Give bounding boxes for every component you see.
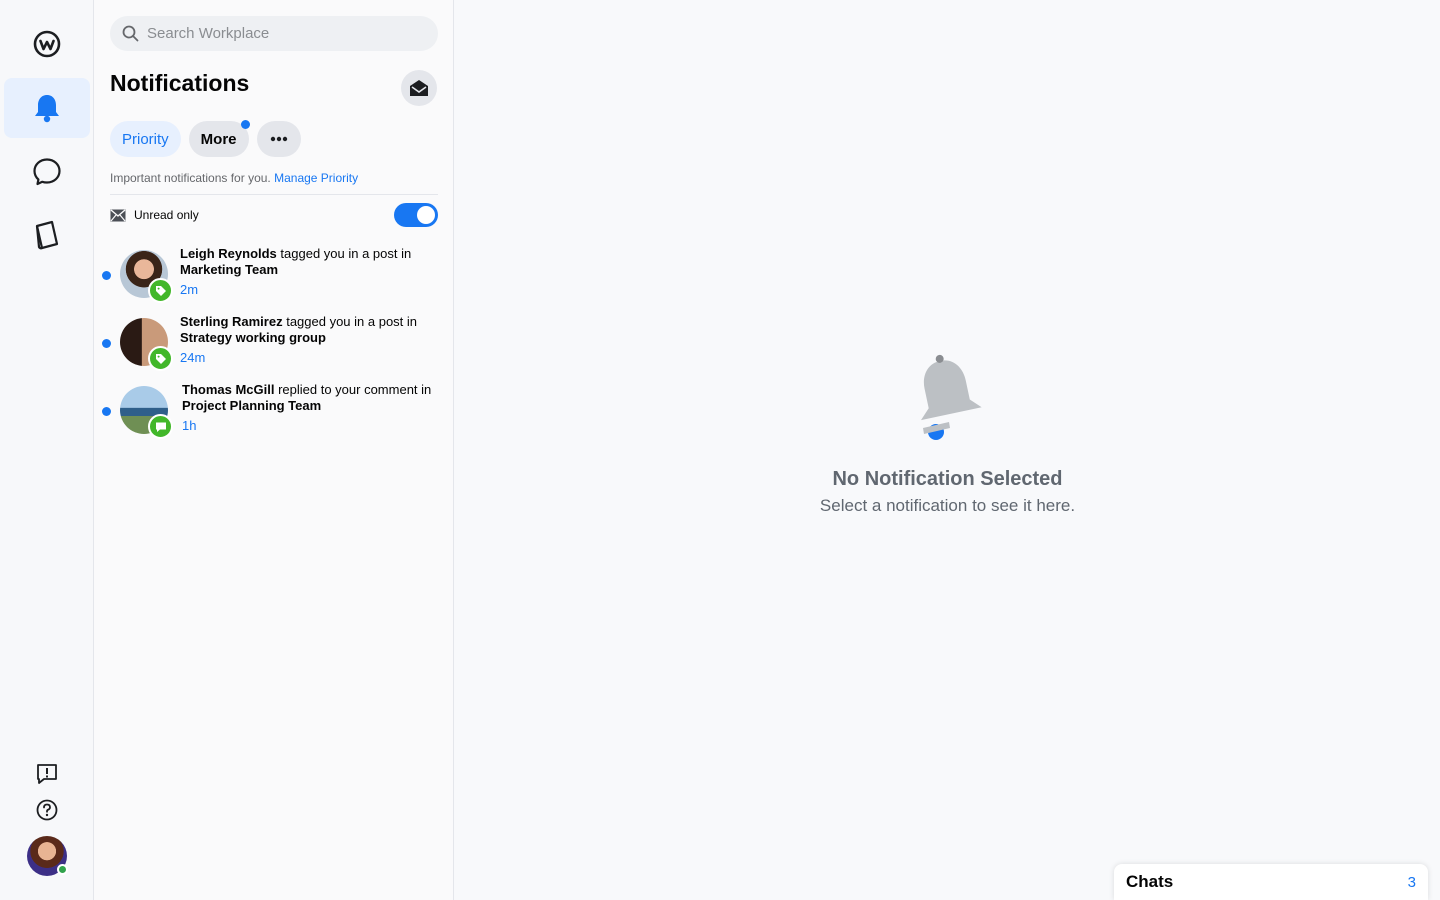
- tag-badge: [148, 346, 173, 371]
- report-problem-icon[interactable]: [31, 758, 63, 790]
- notifications-panel: Notifications Priority More Important no…: [94, 0, 454, 900]
- notification-time: 1h: [182, 418, 197, 433]
- tag-icon: [155, 285, 166, 296]
- notification-time: 2m: [180, 282, 199, 297]
- manage-priority-link[interactable]: Manage Priority: [274, 171, 358, 185]
- notification-text: Leigh Reynolds tagged you in a post in M…: [180, 246, 412, 277]
- unread-dot: [102, 271, 111, 280]
- notification-item[interactable]: Leigh Reynolds tagged you in a post in M…: [94, 246, 454, 310]
- comment-icon: [155, 422, 166, 432]
- bell-icon: [921, 354, 982, 440]
- workplace-logo-icon[interactable]: [4, 14, 90, 74]
- unread-dot: [102, 339, 111, 348]
- notification-tabs: Priority More: [110, 120, 301, 157]
- search-input[interactable]: [147, 25, 427, 42]
- notification-item[interactable]: Sterling Ramirez tagged you in a post in…: [94, 314, 454, 378]
- notifications-nav-button[interactable]: [4, 78, 90, 138]
- notification-detail-area: No Notification Selected Select a notifi…: [455, 0, 1440, 900]
- more-options-button[interactable]: [256, 121, 301, 157]
- online-status-dot: [57, 864, 68, 875]
- tab-priority[interactable]: Priority: [110, 121, 181, 157]
- notification-time: 24m: [180, 350, 206, 365]
- notification-text: Thomas McGill replied to your comment in…: [182, 382, 432, 413]
- bell-icon: [35, 95, 59, 123]
- priority-helper-text: Important notifications for you. Manage …: [110, 171, 359, 185]
- empty-state-subtitle: Select a notification to see it here.: [819, 496, 1076, 515]
- chat-nav-button[interactable]: [4, 142, 90, 202]
- search-bar[interactable]: [110, 16, 438, 51]
- new-indicator-dot: [240, 120, 250, 129]
- tab-more[interactable]: More: [188, 120, 250, 157]
- chats-count: 3: [1407, 873, 1416, 891]
- notification-text: Sterling Ramirez tagged you in a post in…: [180, 314, 418, 345]
- chats-bar[interactable]: Chats 3: [1114, 864, 1428, 900]
- chats-label: Chats: [1126, 872, 1174, 891]
- unread-only-toggle[interactable]: [394, 203, 438, 227]
- help-icon[interactable]: [31, 794, 63, 826]
- page-title: Notifications: [110, 70, 250, 96]
- unread-dot: [102, 407, 111, 416]
- empty-state-title: No Notification Selected: [832, 468, 1063, 490]
- mark-all-read-button[interactable]: [401, 70, 437, 106]
- knowledge-library-nav-button[interactable]: [4, 206, 90, 266]
- search-icon: [122, 25, 139, 42]
- unread-only-row: Unread only: [110, 203, 438, 227]
- ellipsis-icon: [270, 136, 287, 142]
- notification-item[interactable]: Thomas McGill replied to your comment in…: [94, 382, 454, 446]
- envelope-open-icon: [410, 80, 428, 96]
- book-icon: [35, 220, 59, 250]
- unread-only-label: Unread only: [134, 208, 199, 222]
- profile-avatar[interactable]: [27, 836, 68, 876]
- comment-badge: [148, 414, 173, 439]
- tag-badge: [148, 278, 173, 303]
- envelope-icon: [110, 208, 126, 221]
- chat-bubble-icon: [33, 158, 61, 186]
- tag-icon: [155, 353, 166, 364]
- divider: [110, 194, 438, 195]
- left-rail: [0, 0, 94, 900]
